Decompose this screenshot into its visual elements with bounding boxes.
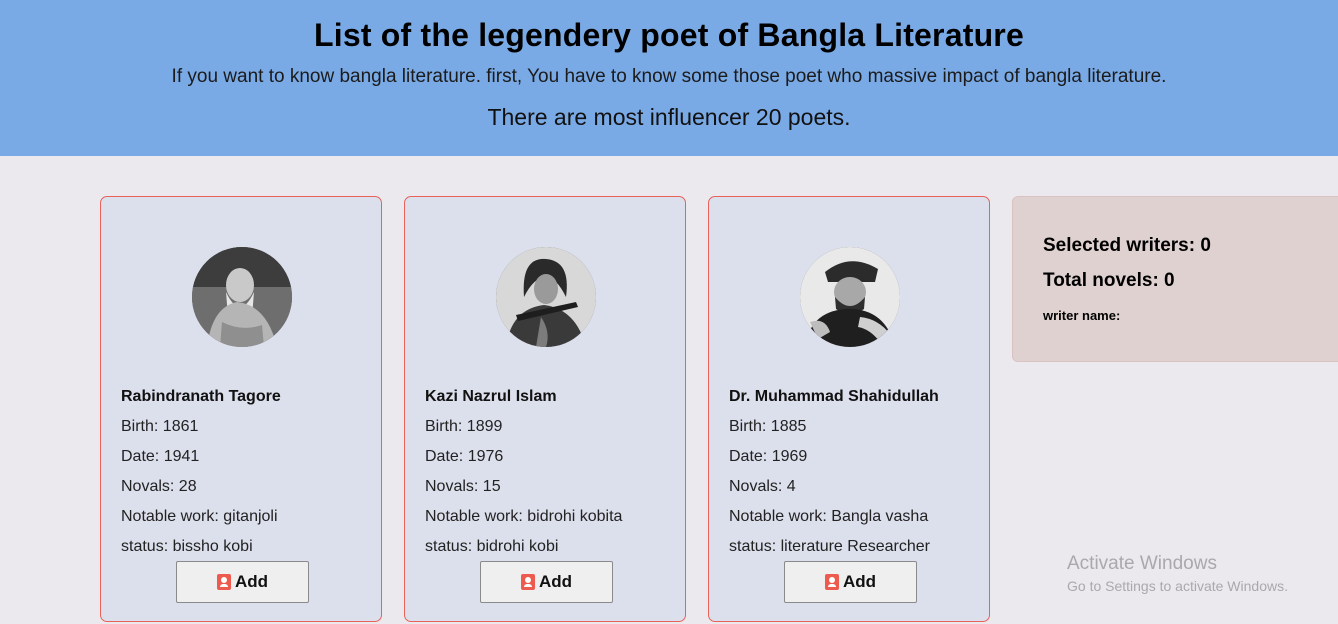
poet-name: Kazi Nazrul Islam — [425, 388, 557, 405]
portrait-photo-icon — [496, 247, 596, 347]
user-add-icon — [520, 574, 535, 590]
poet-notable-work: Notable work: bidrohi kobita — [425, 508, 623, 525]
poet-birth: Birth: 1899 — [425, 418, 503, 435]
add-button[interactable]: Add — [176, 561, 309, 603]
selection-summary-panel: Selected writers: 0 Total novels: 0 writ… — [1012, 196, 1338, 362]
user-add-icon — [824, 574, 839, 590]
page-title: List of the legendery poet of Bangla Lit… — [314, 17, 1024, 53]
poet-card: Kazi Nazrul Islam Birth: 1899 Date: 1976… — [404, 196, 686, 622]
poet-birth: Birth: 1861 — [121, 418, 199, 435]
total-novels-count: Total novels: 0 — [1043, 270, 1175, 291]
portrait-photo-icon — [192, 247, 292, 347]
poet-novels: Novals: 28 — [121, 478, 197, 495]
add-button-label: Add — [538, 572, 573, 591]
poet-avatar — [800, 247, 900, 347]
poet-status: status: bidrohi kobi — [425, 538, 559, 555]
poet-status: status: literature Researcher — [729, 538, 930, 555]
poet-novels: Novals: 15 — [425, 478, 501, 495]
poet-name: Dr. Muhammad Shahidullah — [729, 388, 939, 405]
poet-death-date: Date: 1941 — [121, 448, 200, 465]
poet-card: Rabindranath Tagore Birth: 1861 Date: 19… — [100, 196, 382, 622]
poet-card: Dr. Muhammad Shahidullah Birth: 1885 Dat… — [708, 196, 990, 622]
poet-avatar — [192, 247, 292, 347]
add-button-label: Add — [842, 572, 877, 591]
poet-birth: Birth: 1885 — [729, 418, 807, 435]
add-button[interactable]: Add — [480, 561, 613, 603]
watermark-subtitle: Go to Settings to activate Windows. — [1067, 578, 1288, 594]
activate-windows-watermark: Activate Windows Go to Settings to activ… — [1067, 553, 1288, 594]
poet-avatar — [496, 247, 596, 347]
poet-death-date: Date: 1969 — [729, 448, 808, 465]
add-button-label: Add — [234, 572, 269, 591]
poet-death-date: Date: 1976 — [425, 448, 504, 465]
page-subtitle: If you want to know bangla literature. f… — [171, 66, 1167, 87]
writer-name-label: writer name: — [1043, 308, 1121, 323]
poet-name: Rabindranath Tagore — [121, 388, 281, 405]
user-add-icon — [216, 574, 231, 590]
poet-notable-work: Notable work: gitanjoli — [121, 508, 278, 525]
page-header: List of the legendery poet of Bangla Lit… — [0, 0, 1338, 156]
add-button[interactable]: Add — [784, 561, 917, 603]
watermark-title: Activate Windows — [1067, 553, 1217, 574]
poet-count-text: There are most influencer 20 poets. — [487, 104, 851, 130]
poet-notable-work: Notable work: Bangla vasha — [729, 508, 929, 525]
selected-writers-count: Selected writers: 0 — [1043, 235, 1211, 256]
portrait-photo-icon — [800, 247, 900, 347]
poet-status: status: bissho kobi — [121, 538, 253, 555]
poet-novels: Novals: 4 — [729, 478, 796, 495]
